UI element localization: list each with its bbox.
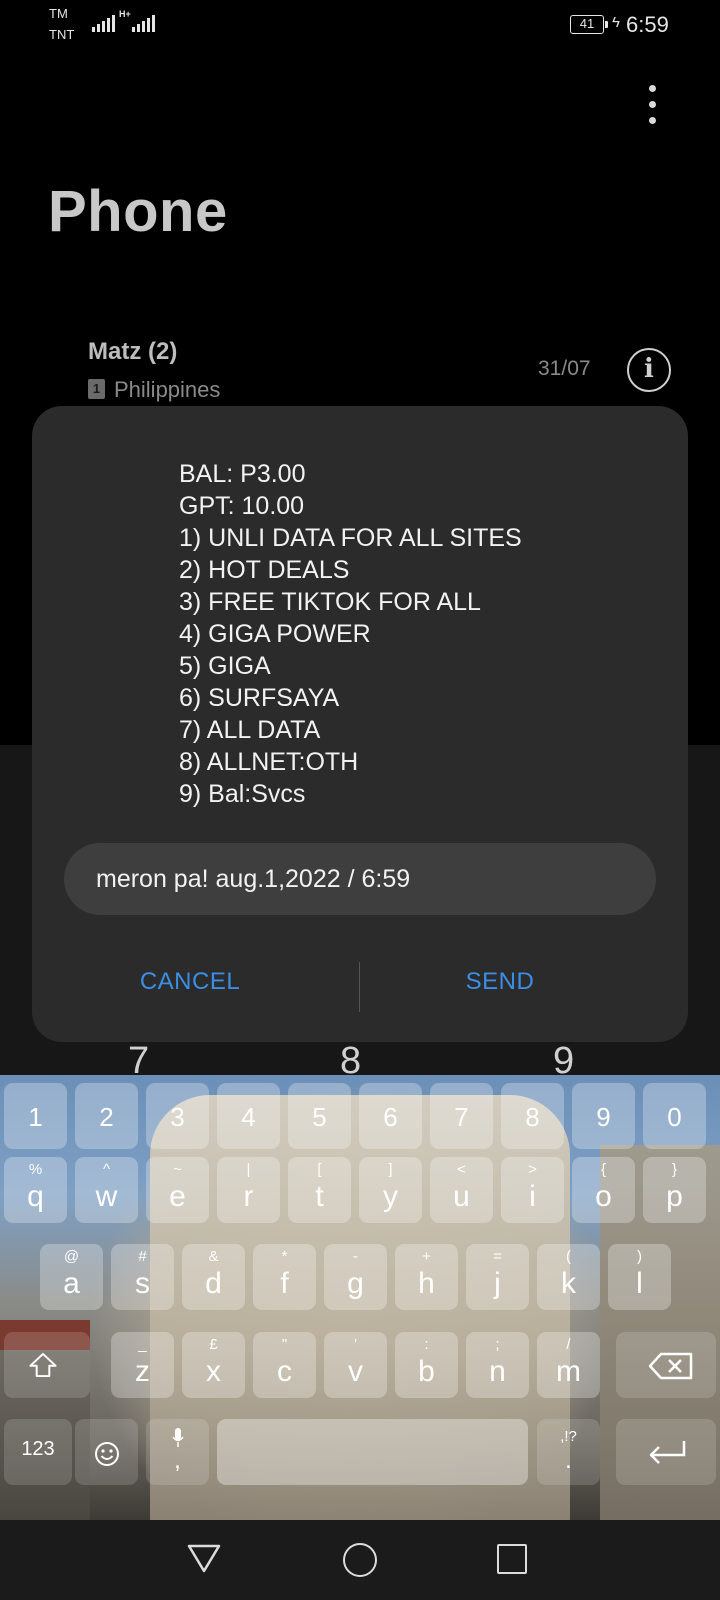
ussd-line: 2) HOT DEALS	[179, 556, 350, 584]
contact-name[interactable]: Matz (2)	[88, 338, 177, 366]
charging-icon: ϟ	[612, 14, 620, 31]
letter-row-3: _ z £ x " c ' v :b ; n / m	[0, 1332, 720, 1402]
comma-key[interactable]: ,	[146, 1419, 209, 1485]
signal-icon	[92, 12, 115, 32]
key-j[interactable]: = j	[466, 1244, 529, 1310]
key-f[interactable]: * f	[253, 1244, 316, 1310]
clock: 6:59	[626, 12, 669, 37]
signal-icon: H+	[119, 9, 155, 32]
key-1[interactable]: 1	[4, 1083, 67, 1149]
bottom-row: 123 , ,!? .	[0, 1419, 720, 1489]
key-e[interactable]: ~ e	[146, 1157, 209, 1223]
symbols-key[interactable]: 123	[4, 1419, 72, 1485]
key-h[interactable]: + h	[395, 1244, 458, 1310]
send-button[interactable]: SEND	[350, 952, 650, 1012]
shift-key[interactable]	[4, 1332, 90, 1398]
sim-icon: 1	[88, 379, 105, 399]
key-s[interactable]: # s	[111, 1244, 174, 1310]
key-c[interactable]: " c	[253, 1332, 316, 1398]
more-vert-icon[interactable]	[640, 85, 664, 125]
navigation-bar	[0, 1520, 720, 1600]
ussd-line: GPT: 10.00	[179, 492, 305, 520]
home-circle-icon[interactable]	[343, 1543, 377, 1577]
key-5[interactable]: 5	[288, 1083, 351, 1149]
key-k[interactable]: (k	[537, 1244, 600, 1310]
key-i[interactable]: > i	[501, 1157, 564, 1223]
reply-input[interactable]: meron pa! aug.1,2022 / 6:59	[64, 843, 656, 915]
ussd-line: BAL: P3.00	[179, 460, 306, 488]
letter-row-2: @ a # s & d * f -g + h = j (k ) l	[0, 1244, 720, 1314]
ussd-line: 4) GIGA POWER	[179, 620, 371, 648]
ussd-line: 8) ALLNET:OTH	[179, 748, 359, 776]
backspace-key[interactable]	[616, 1332, 716, 1398]
key-2[interactable]: 2	[75, 1083, 138, 1149]
enter-icon	[649, 1441, 686, 1464]
key-t[interactable]: [t	[288, 1157, 351, 1223]
recent-square-icon[interactable]	[497, 1544, 527, 1574]
contact-date: 31/07	[538, 357, 591, 380]
period-key[interactable]: ,!? .	[537, 1419, 600, 1485]
ussd-line: 7) ALL DATA	[179, 716, 321, 744]
ussd-line: 1) UNLI DATA FOR ALL SITES	[179, 524, 522, 552]
key-n[interactable]: ; n	[466, 1332, 529, 1398]
key-6[interactable]: 6	[359, 1083, 422, 1149]
network-type-label: H+	[119, 9, 131, 19]
ussd-line: 6) SURFSAYA	[179, 684, 340, 712]
carrier-1: TM	[49, 6, 68, 21]
space-key[interactable]	[217, 1419, 528, 1485]
key-3[interactable]: 3	[146, 1083, 209, 1149]
key-u[interactable]: < u	[430, 1157, 493, 1223]
contact-location: Philippines	[114, 377, 221, 402]
key-m[interactable]: / m	[537, 1332, 600, 1398]
dialpad-digits: 7 8 9	[0, 1040, 720, 1082]
number-row: 1 2 3 4 5 6 7 8 9 0	[0, 1083, 720, 1153]
key-a[interactable]: @ a	[40, 1244, 103, 1310]
key-q[interactable]: % q	[4, 1157, 67, 1223]
key-r[interactable]: | r	[217, 1157, 280, 1223]
battery-icon: 41	[570, 15, 608, 34]
key-v[interactable]: ' v	[324, 1332, 387, 1398]
backspace-icon	[648, 1352, 693, 1380]
key-9[interactable]: 9	[572, 1083, 635, 1149]
back-triangle-icon[interactable]	[186, 1540, 222, 1576]
key-0[interactable]: 0	[643, 1083, 706, 1149]
letter-row-1: % q ^ w ~ e | r [t ] y < u > i {o } p	[0, 1157, 720, 1227]
key-o[interactable]: {o	[572, 1157, 635, 1223]
key-w[interactable]: ^ w	[75, 1157, 138, 1223]
ussd-dialog: BAL: P3.00 GPT: 10.00 1) UNLI DATA FOR A…	[32, 406, 688, 1042]
ussd-line: 5) GIGA	[179, 652, 271, 680]
key-l[interactable]: ) l	[608, 1244, 671, 1310]
key-g[interactable]: -g	[324, 1244, 387, 1310]
carrier-2: TNT	[49, 27, 75, 42]
cancel-button[interactable]: CANCEL	[40, 952, 340, 1012]
ussd-line: 3) FREE TIKTOK FOR ALL	[179, 588, 481, 616]
enter-key[interactable]	[616, 1419, 716, 1485]
key-p[interactable]: } p	[643, 1157, 706, 1223]
key-d[interactable]: & d	[182, 1244, 245, 1310]
key-b[interactable]: :b	[395, 1332, 458, 1398]
key-z[interactable]: _ z	[111, 1332, 174, 1398]
ussd-message: BAL: P3.00 GPT: 10.00 1) UNLI DATA FOR A…	[179, 458, 659, 810]
key-4[interactable]: 4	[217, 1083, 280, 1149]
key-x[interactable]: £ x	[182, 1332, 245, 1398]
keyboard: 1 2 3 4 5 6 7 8 9 0 % q ^ w ~ e | r [t ] y < u…	[0, 1075, 720, 1520]
key-7[interactable]: 7	[430, 1083, 493, 1149]
emoji-key[interactable]	[75, 1419, 138, 1485]
shift-icon	[29, 1352, 57, 1378]
page-title: Phone	[48, 179, 228, 244]
emoji-icon	[95, 1442, 119, 1466]
key-8[interactable]: 8	[501, 1083, 564, 1149]
status-bar: TM TNT H+ 41 ϟ 6:59	[0, 0, 720, 50]
info-icon[interactable]: i	[627, 348, 671, 392]
key-y[interactable]: ] y	[359, 1157, 422, 1223]
ussd-line: 9) Bal:Svcs	[179, 780, 306, 808]
